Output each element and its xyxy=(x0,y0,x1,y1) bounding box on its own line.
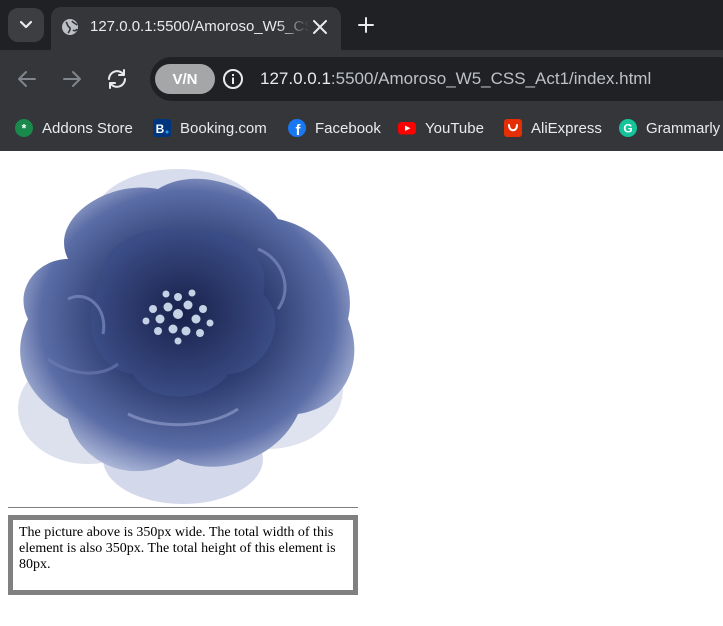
arrow-right-icon xyxy=(63,71,81,87)
site-info-icon[interactable] xyxy=(221,67,245,91)
plus-icon xyxy=(358,17,374,33)
tab-strip: 127.0.0.1:5500/Amoroso_W5_CSS_Act1/index… xyxy=(0,0,723,50)
horizontal-rule xyxy=(8,507,358,508)
bookmark-label: Booking.com xyxy=(180,119,267,137)
bookmark-label: AliExpress xyxy=(531,119,602,137)
bookmark-booking[interactable]: B Booking.com xyxy=(153,116,267,140)
bookmark-label: Addons Store xyxy=(42,119,133,137)
address-bar[interactable]: V/N 127.0.0.1:5500/Amoroso_W5_CSS_Act1/i… xyxy=(150,57,723,101)
bookmark-label: Grammarly xyxy=(646,119,721,137)
svg-text:B: B xyxy=(156,122,165,136)
aliexpress-icon xyxy=(504,119,522,137)
bookmark-grammarly[interactable]: G Grammarly xyxy=(619,116,720,140)
grammarly-icon: G xyxy=(619,119,637,137)
reload-icon xyxy=(108,69,126,89)
bookmark-youtube[interactable]: YouTube xyxy=(398,116,484,140)
bookmark-label: Facebook xyxy=(315,119,381,137)
svg-text:*: * xyxy=(22,122,27,136)
arrow-left-icon xyxy=(18,71,36,87)
tab-search-button[interactable] xyxy=(8,8,44,42)
close-icon xyxy=(313,20,327,34)
toolbar: V/N 127.0.0.1:5500/Amoroso_W5_CSS_Act1/i… xyxy=(0,50,723,108)
url-path: :5500/Amoroso_W5_CSS_Act1/index.html xyxy=(330,69,652,88)
forward-button[interactable] xyxy=(59,66,85,92)
vpn-badge[interactable]: V/N xyxy=(155,64,215,94)
bookmarks-bar: * Addons Store B Booking.com f Facebook … xyxy=(0,108,723,151)
reload-button[interactable] xyxy=(104,66,130,92)
vpn-label: V/N xyxy=(172,70,198,88)
close-tab-button[interactable] xyxy=(309,16,331,38)
bookmark-label: YouTube xyxy=(425,119,484,137)
tab-title: 127.0.0.1:5500/Amoroso_W5_CSS_Act1/index… xyxy=(90,18,310,35)
url-host: 127.0.0.1 xyxy=(260,69,331,88)
new-tab-button[interactable] xyxy=(355,14,377,36)
back-button[interactable] xyxy=(14,66,40,92)
bookmark-facebook[interactable]: f Facebook xyxy=(288,116,381,140)
globe-icon xyxy=(62,19,78,35)
box-paragraph: The picture above is 350px wide. The tot… xyxy=(19,525,336,572)
bookmark-addons-store[interactable]: * Addons Store xyxy=(15,116,133,140)
booking-icon: B xyxy=(153,119,171,137)
chevron-down-icon xyxy=(19,20,33,29)
url-text[interactable]: 127.0.0.1:5500/Amoroso_W5_CSS_Act1/index… xyxy=(260,67,651,91)
svg-text:G: G xyxy=(623,122,632,136)
flower-image xyxy=(18,169,355,504)
youtube-icon xyxy=(398,122,416,135)
page-content: The picture above is 350px wide. The tot… xyxy=(0,151,723,626)
addons-store-icon: * xyxy=(15,119,33,137)
facebook-icon: f xyxy=(288,119,306,137)
active-tab[interactable]: 127.0.0.1:5500/Amoroso_W5_CSS_Act1/index… xyxy=(51,7,341,50)
bookmark-aliexpress[interactable]: AliExpress xyxy=(504,116,602,140)
sized-box: The picture above is 350px wide. The tot… xyxy=(8,515,358,595)
